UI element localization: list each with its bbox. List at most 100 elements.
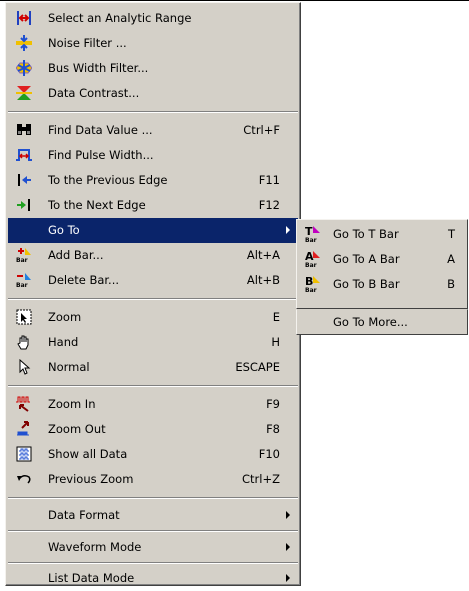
menu-item-shortcut: ESCAPE [235, 360, 280, 374]
menu-item-label: Bus Width Filter... [48, 61, 149, 75]
menu-item-data-contrast[interactable]: Data Contrast... [8, 81, 298, 106]
menu-item-label: Data Contrast... [48, 86, 140, 100]
svg-text:Bar: Bar [16, 282, 28, 288]
menu-item-show-all-data[interactable]: Show all Data F10 [8, 442, 298, 467]
menu-item-data-format[interactable]: Data Format [8, 503, 298, 528]
separator [8, 298, 298, 300]
separator [8, 111, 298, 113]
binoculars-icon [16, 122, 32, 138]
menu-item-label: Show all Data [48, 447, 128, 461]
noise-filter-icon [16, 35, 32, 51]
menu-item-find-data-value[interactable]: Find Data Value ... Ctrl+F [8, 118, 298, 143]
previous-edge-icon [16, 172, 32, 188]
menu-item-label: Select an Analytic Range [48, 11, 192, 25]
separator [8, 530, 298, 532]
svg-text:Bar: Bar [305, 287, 317, 293]
go-to-submenu: T Bar Go To T Bar T A Bar Go To A Bar A BB… [296, 219, 468, 309]
menu-item-select-analytic-range[interactable]: Select an Analytic Range [8, 6, 298, 31]
context-menu: Select an Analytic Range Noise Filter ..… [5, 2, 301, 586]
menu-item-label: Find Pulse Width... [48, 148, 154, 162]
submenu-arrow-icon [286, 226, 290, 234]
submenu-item-go-to-more[interactable]: Go To More... [299, 310, 465, 335]
submenu-item-shortcut: T [447, 227, 455, 241]
zoom-in-icon [16, 396, 32, 412]
menu-item-shortcut: E [272, 310, 280, 324]
menu-item-shortcut: F10 [258, 447, 280, 461]
analytic-range-icon [16, 10, 32, 26]
menu-item-noise-filter[interactable]: Noise Filter ... [8, 31, 298, 56]
menu-item-label: To the Previous Edge [48, 173, 168, 187]
submenu-item-label: Go To A Bar [333, 252, 400, 266]
zoom-select-icon [16, 309, 32, 325]
separator [8, 497, 298, 499]
menu-item-label: List Data Mode [48, 571, 135, 585]
menu-item-previous-zoom[interactable]: Previous Zoom Ctrl+Z [8, 467, 298, 492]
menu-item-label: Zoom Out [48, 422, 106, 436]
menu-item-zoom-in[interactable]: Zoom In F9 [8, 392, 298, 417]
submenu-item-label: Go To T Bar [333, 227, 399, 241]
show-all-data-icon [16, 446, 32, 462]
add-bar-icon: Bar [16, 247, 32, 263]
menu-item-next-edge[interactable]: To the Next Edge F12 [8, 193, 298, 218]
menu-item-add-bar[interactable]: Bar Add Bar... Alt+A [8, 243, 298, 268]
menu-item-shortcut: F9 [266, 397, 280, 411]
data-contrast-icon [16, 85, 32, 101]
menu-item-bus-width-filter[interactable]: Bus Width Filter... [8, 56, 298, 81]
menu-item-label: Find Data Value ... [48, 123, 153, 137]
pulse-width-icon [16, 147, 32, 163]
menu-item-list-data-mode[interactable]: List Data Mode [8, 566, 298, 591]
top-border [0, 0, 469, 1]
svg-text:Bar: Bar [16, 257, 28, 263]
menu-item-label: Go To [48, 223, 80, 237]
menu-item-label: Previous Zoom [48, 472, 134, 486]
menu-item-find-pulse-width[interactable]: Find Pulse Width... [8, 143, 298, 168]
next-edge-icon [16, 197, 32, 213]
menu-item-label: Waveform Mode [48, 540, 142, 554]
menu-item-shortcut: H [271, 335, 280, 349]
bus-width-filter-icon [16, 60, 32, 76]
separator [8, 562, 298, 564]
menu-item-label: Noise Filter ... [48, 36, 127, 50]
menu-item-label: Zoom [48, 310, 82, 324]
menu-item-shortcut: Alt+A [246, 248, 280, 262]
svg-text:Bar: Bar [305, 262, 317, 268]
menu-item-label: Normal [48, 360, 90, 374]
a-bar-icon: A Bar [305, 250, 321, 268]
menu-item-zoom[interactable]: Zoom E [8, 305, 298, 330]
separator [8, 385, 298, 387]
go-to-submenu-more: Go To More... [296, 309, 468, 335]
submenu-arrow-icon [286, 511, 290, 519]
pointer-icon [16, 359, 32, 375]
menu-item-normal[interactable]: Normal ESCAPE [8, 355, 298, 380]
menu-item-previous-edge[interactable]: To the Previous Edge F11 [8, 168, 298, 193]
b-bar-icon: B Bar [305, 275, 321, 293]
zoom-out-icon [16, 421, 32, 437]
submenu-item-go-to-b-bar[interactable]: B Bar Go To B Bar B [299, 272, 465, 297]
submenu-item-go-to-t-bar[interactable]: T Bar Go To T Bar T [299, 222, 465, 247]
menu-item-zoom-out[interactable]: Zoom Out F8 [8, 417, 298, 442]
menu-item-waveform-mode[interactable]: Waveform Mode [8, 535, 298, 560]
delete-bar-icon: Bar [16, 272, 32, 288]
submenu-item-label: Go To B Bar [333, 277, 400, 291]
menu-item-label: Add Bar... [48, 248, 104, 262]
t-bar-icon: T Bar [305, 225, 321, 243]
menu-item-label: Delete Bar... [48, 273, 120, 287]
menu-item-go-to[interactable]: Go To [8, 218, 298, 243]
menu-item-shortcut: F12 [258, 198, 280, 212]
submenu-item-label: Go To More... [333, 315, 408, 329]
submenu-arrow-icon [286, 543, 290, 551]
menu-item-shortcut: F11 [258, 173, 280, 187]
submenu-item-go-to-a-bar[interactable]: A Bar Go To A Bar A [299, 247, 465, 272]
menu-item-shortcut: Ctrl+F [243, 123, 280, 137]
undo-zoom-icon [16, 471, 32, 487]
menu-item-delete-bar[interactable]: Bar Delete Bar... Alt+B [8, 268, 298, 293]
submenu-item-shortcut: B [447, 277, 455, 291]
menu-item-label: Zoom In [48, 397, 96, 411]
menu-item-hand[interactable]: Hand H [8, 330, 298, 355]
menu-item-label: To the Next Edge [48, 198, 146, 212]
svg-text:Bar: Bar [305, 237, 317, 243]
hand-icon [16, 334, 32, 350]
menu-item-label: Data Format [48, 508, 120, 522]
menu-item-shortcut: Alt+B [246, 273, 280, 287]
menu-item-shortcut: Ctrl+Z [242, 472, 280, 486]
